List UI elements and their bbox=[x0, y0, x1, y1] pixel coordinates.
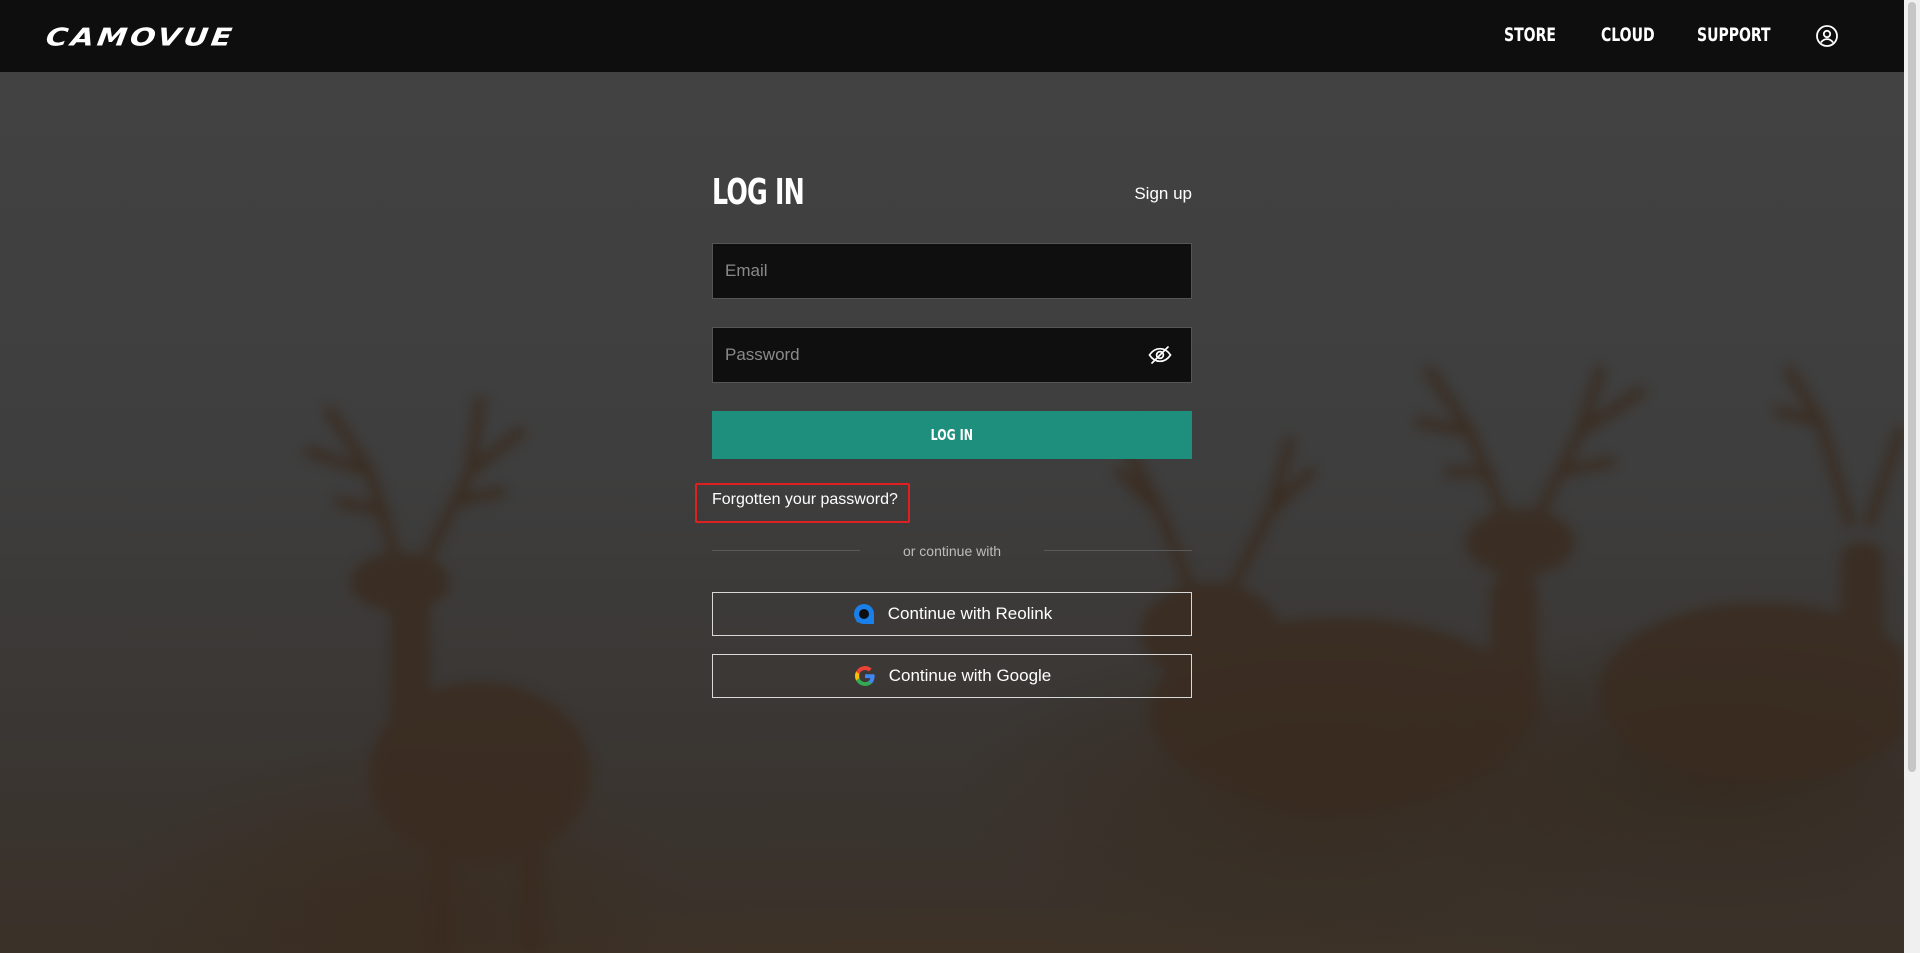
sign-up-link[interactable]: Sign up bbox=[1134, 184, 1192, 204]
camovue-logo[interactable]: CAMOVUE bbox=[44, 23, 237, 52]
scrollbar-thumb[interactable] bbox=[1908, 2, 1916, 772]
google-logo-icon bbox=[854, 666, 875, 686]
log-in-button[interactable]: LOG IN bbox=[712, 411, 1192, 459]
page-title: LOG IN bbox=[712, 172, 805, 213]
google-button-label: Continue with Google bbox=[888, 666, 1052, 685]
continue-with-reolink-button[interactable]: Continue with Reolink bbox=[712, 592, 1192, 636]
reolink-logo-icon bbox=[853, 604, 874, 624]
top-navigation-bar: CAMOVUE STORE CLOUD SUPPORT bbox=[0, 0, 1904, 72]
login-page: CAMOVUE STORE CLOUD SUPPORT LOG IN Sign … bbox=[0, 0, 1920, 953]
divider-text: or continue with bbox=[902, 543, 1002, 559]
log-in-button-label: LOG IN bbox=[930, 426, 974, 444]
background-deer-image bbox=[304, 366, 1904, 952]
password-field[interactable] bbox=[712, 327, 1192, 383]
forgot-password-link[interactable]: Forgotten your password? bbox=[712, 491, 898, 509]
nav-cloud[interactable]: CLOUD bbox=[1601, 24, 1655, 46]
divider-line-right bbox=[1044, 550, 1192, 551]
user-circle-icon[interactable] bbox=[1815, 24, 1839, 48]
reolink-button-label: Continue with Reolink bbox=[887, 604, 1053, 623]
continue-with-google-button[interactable]: Continue with Google bbox=[712, 654, 1192, 698]
email-field[interactable] bbox=[712, 243, 1192, 299]
eye-off-icon[interactable] bbox=[1148, 344, 1172, 366]
nav-support[interactable]: SUPPORT bbox=[1697, 24, 1771, 46]
page-scrollbar[interactable] bbox=[1904, 0, 1920, 953]
nav-store[interactable]: STORE bbox=[1504, 24, 1556, 46]
